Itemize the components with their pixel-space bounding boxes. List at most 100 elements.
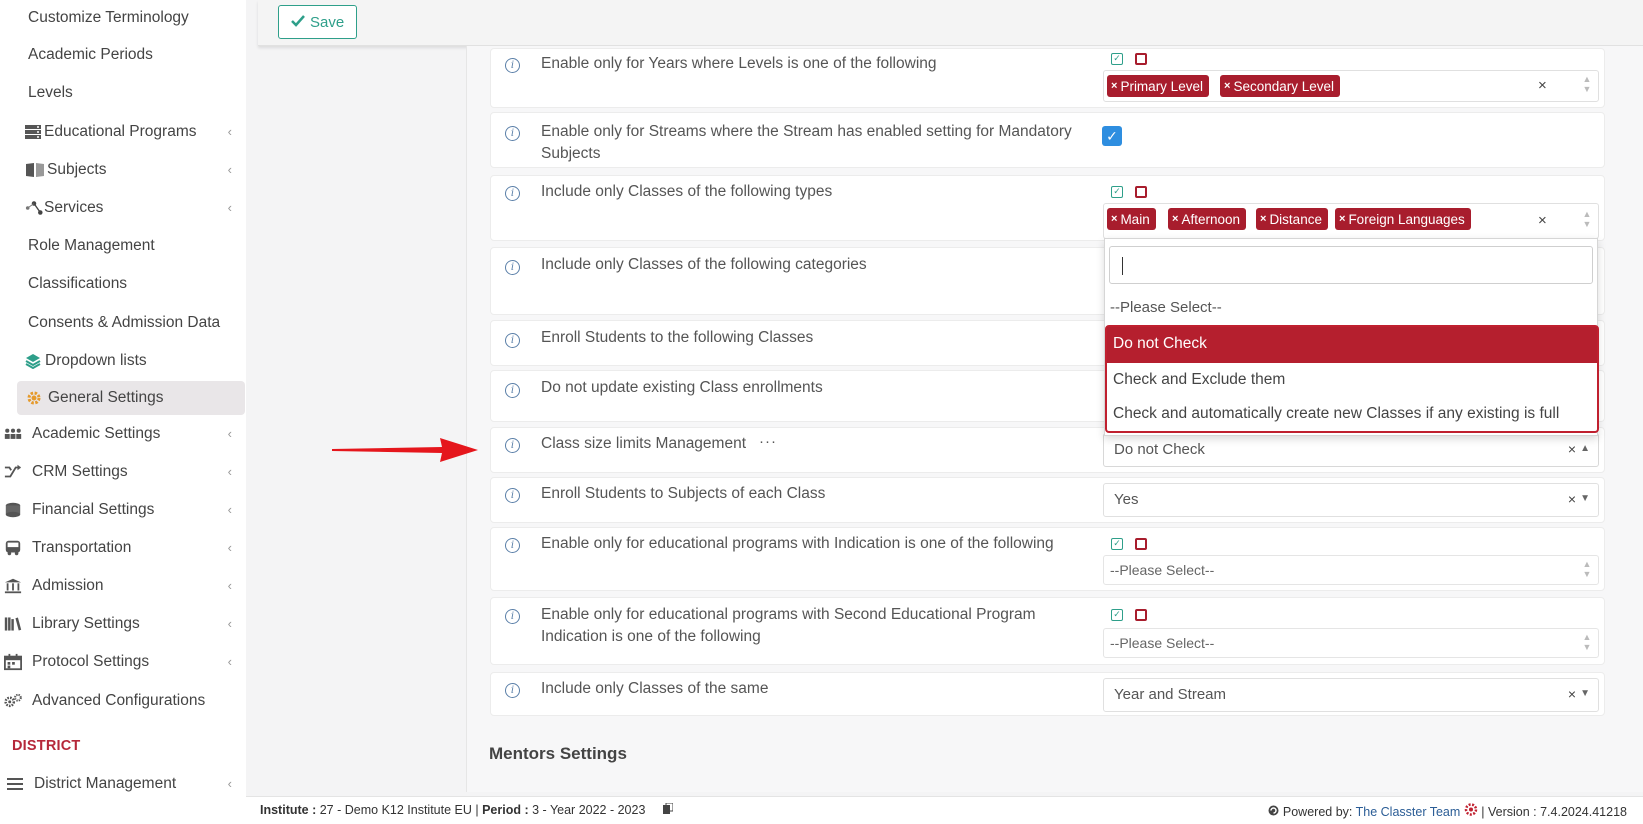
class-types-multiselect[interactable]: × Main × Afternoon × Distance × Foreign Lang… [1103, 203, 1599, 239]
sort-icon: ▲ ▼ [1582, 559, 1592, 579]
chevron-down-icon[interactable]: ▼ [1580, 688, 1590, 699]
class-size-limits-select[interactable]: Do not Check × ▲ [1103, 433, 1599, 467]
setting-label: Enable only for educational programs wit… [541, 535, 1054, 552]
sidebar-item-services[interactable]: Services ‹ [0, 191, 246, 225]
setting-label: Enable only for educational programs wit… [541, 606, 1036, 645]
option-do-not-check[interactable]: Do not Check [1107, 327, 1597, 363]
sidebar-item-library-settings[interactable]: Library Settings ‹ [0, 607, 246, 641]
info-icon[interactable]: i [505, 58, 520, 73]
option-auto-create-classes[interactable]: Check and automatically create new Class… [1107, 397, 1597, 433]
sort-icon: ▲ ▼ [1582, 632, 1592, 652]
selected-value: Year and Stream [1114, 686, 1227, 703]
select-all-icon[interactable]: ✓ [1111, 538, 1123, 550]
program-indication-multiselect[interactable]: --Please Select-- ▲ ▼ [1103, 555, 1599, 585]
deselect-all-icon[interactable] [1135, 609, 1147, 621]
option-check-and-exclude[interactable]: Check and Exclude them [1107, 363, 1597, 399]
levels-multiselect[interactable]: × Primary Level × Secondary Level × ▲ ▼ [1103, 70, 1599, 102]
sidebar-item-classifications[interactable]: Classifications [0, 267, 246, 301]
sidebar-item-financial-settings[interactable]: Financial Settings ‹ [0, 493, 246, 527]
remove-tag-icon[interactable]: × [1260, 213, 1266, 225]
sidebar-item-protocol-settings[interactable]: Protocol Settings ‹ [0, 645, 246, 679]
info-icon[interactable]: i [505, 609, 520, 624]
setting-label: Include only Classes of the following ty… [541, 183, 833, 200]
tag-distance[interactable]: × Distance [1256, 208, 1328, 230]
deselect-all-icon[interactable] [1135, 53, 1147, 65]
sidebar-item-label: Role Management [28, 237, 155, 254]
tag-primary-level[interactable]: × Primary Level [1107, 75, 1209, 97]
text-cursor [1122, 257, 1123, 275]
sidebar-item-label: Financial Settings [32, 501, 155, 518]
sidebar-item-educational-programs[interactable]: Educational Programs ‹ [0, 115, 246, 149]
info-icon[interactable]: i [505, 126, 520, 141]
clear-icon[interactable]: × [1538, 212, 1547, 229]
sidebar-item-admission[interactable]: Admission ‹ [0, 569, 246, 603]
sidebar-item-label: Academic Settings [32, 425, 161, 442]
sidebar-item-customize-terminology[interactable]: Customize Terminology [0, 1, 246, 35]
info-icon[interactable]: i [505, 383, 520, 398]
sidebar-item-academic-settings[interactable]: Academic Settings ‹ [0, 417, 246, 451]
deselect-all-icon[interactable] [1135, 186, 1147, 198]
clear-icon[interactable]: × [1568, 686, 1576, 702]
remove-tag-icon[interactable]: × [1111, 80, 1117, 92]
sidebar-item-label: Consents & Admission Data [28, 314, 221, 331]
sidebar-item-levels[interactable]: Levels [0, 76, 246, 110]
setting-row-enroll-subjects: i Enroll Students to Subjects of each Cl… [490, 477, 1605, 523]
dropdown-placeholder-option[interactable]: --Please Select-- [1110, 299, 1222, 316]
class-size-limits-dropdown: --Please Select-- Do not Check Check and… [1104, 238, 1599, 436]
remove-tag-icon[interactable]: × [1111, 213, 1117, 225]
sidebar-item-dropdown-lists[interactable]: Dropdown lists [0, 344, 246, 378]
info-icon[interactable]: i [505, 186, 520, 201]
setting-row-class-types: i Include only Classes of the following … [490, 175, 1605, 241]
sidebar-item-general-settings[interactable]: General Settings [17, 381, 245, 415]
info-icon[interactable]: i [505, 260, 520, 275]
copy-icon[interactable] [662, 802, 674, 817]
gears-icon [4, 692, 22, 710]
sidebar-item-role-management[interactable]: Role Management [0, 229, 246, 263]
classes-same-select[interactable]: Year and Stream × ▼ [1103, 678, 1599, 712]
info-icon[interactable]: i [505, 538, 520, 553]
nodes-icon [25, 199, 43, 217]
tag-main[interactable]: × Main [1107, 208, 1156, 230]
sidebar-item-crm-settings[interactable]: CRM Settings ‹ [0, 455, 246, 489]
tag-foreign-languages[interactable]: × Foreign Languages [1335, 208, 1471, 230]
setting-label: Enroll Students to Subjects of each Clas… [541, 485, 826, 502]
remove-tag-icon[interactable]: × [1172, 213, 1178, 225]
tag-secondary-level[interactable]: × Secondary Level [1220, 75, 1341, 97]
period-value: 3 - Year 2022 - 2023 [532, 803, 646, 817]
clear-icon[interactable]: × [1568, 441, 1576, 457]
info-icon[interactable]: i [505, 333, 520, 348]
sidebar-item-consents-admission[interactable]: Consents & Admission Data [0, 306, 246, 340]
remove-tag-icon[interactable]: × [1339, 213, 1345, 225]
select-all-icon[interactable]: ✓ [1111, 53, 1123, 65]
info-icon[interactable]: i [505, 683, 520, 698]
sidebar-item-transportation[interactable]: Transportation ‹ [0, 531, 246, 565]
classter-team-link[interactable]: The Classter Team [1356, 805, 1461, 819]
save-button[interactable]: Save [278, 5, 358, 39]
dropdown-search-input[interactable] [1109, 246, 1593, 284]
chevron-left-icon: ‹ [227, 124, 232, 139]
sidebar-item-academic-periods[interactable]: Academic Periods [0, 38, 246, 72]
clear-icon[interactable]: × [1568, 491, 1576, 507]
setting-row-program-indication: i Enable only for educational programs w… [490, 527, 1605, 591]
enroll-subjects-select[interactable]: Yes × ▼ [1103, 483, 1599, 517]
select-all-icon[interactable]: ✓ [1111, 609, 1123, 621]
mandatory-subjects-checkbox[interactable]: ✓ [1102, 126, 1122, 146]
deselect-all-icon[interactable] [1135, 538, 1147, 550]
sidebar-item-district-management[interactable]: District Management ‹ [0, 767, 246, 801]
chevron-up-icon[interactable]: ▲ [1580, 443, 1590, 454]
gear-icon [25, 389, 43, 407]
setting-row-streams: i Enable only for Streams where the Stre… [490, 112, 1605, 168]
more-options-icon[interactable]: ··· [759, 433, 777, 450]
chevron-down-icon[interactable]: ▼ [1580, 493, 1590, 504]
sidebar-item-subjects[interactable]: Subjects ‹ [0, 153, 246, 187]
layers-icon [24, 352, 42, 370]
remove-tag-icon[interactable]: × [1224, 80, 1230, 92]
calendar-icon [4, 653, 22, 671]
tag-afternoon[interactable]: × Afternoon [1168, 208, 1246, 230]
clear-icon[interactable]: × [1538, 77, 1547, 94]
info-icon[interactable]: i [505, 488, 520, 503]
select-all-icon[interactable]: ✓ [1111, 186, 1123, 198]
info-icon[interactable]: i [505, 438, 520, 453]
sidebar-item-advanced-configurations[interactable]: Advanced Configurations [0, 684, 246, 718]
second-program-indication-multiselect[interactable]: --Please Select-- ▲ ▼ [1103, 628, 1599, 658]
